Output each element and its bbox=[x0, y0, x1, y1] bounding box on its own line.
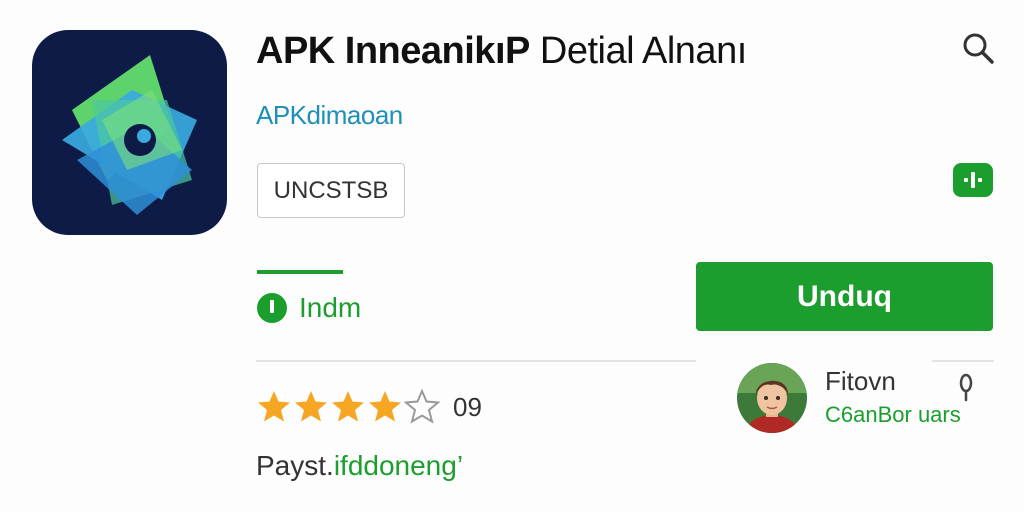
install-shortcut-button[interactable] bbox=[953, 163, 993, 197]
app-detail-page: APK InneanikıP Detial Alnanı APKdimaoan … bbox=[0, 0, 1024, 512]
download-button[interactable]: Unduq bbox=[696, 262, 993, 331]
download-button-label: Unduq bbox=[797, 279, 892, 313]
reviewer-subtitle: C6anBor uars bbox=[825, 402, 961, 427]
shortcut-bar bbox=[971, 172, 975, 188]
app-title: APK InneanikıP Detial Alnanı bbox=[256, 30, 747, 73]
payment-link[interactable]: ifddoneng’ bbox=[334, 450, 463, 481]
more-vertical-icon[interactable] bbox=[955, 372, 977, 402]
app-logo-icon bbox=[32, 30, 227, 235]
payment-prefix: Payst. bbox=[256, 450, 334, 481]
reviewer-avatar[interactable] bbox=[737, 363, 807, 433]
developer-link[interactable]: APKdimaoan bbox=[256, 100, 403, 131]
divider bbox=[932, 360, 994, 362]
star-filled-icon bbox=[295, 391, 327, 422]
install-icon bbox=[257, 293, 287, 323]
star-filled-icon bbox=[332, 391, 364, 422]
tab-indicator bbox=[257, 270, 343, 274]
rating-count: 09 bbox=[453, 391, 482, 422]
shortcut-dot-right bbox=[978, 178, 982, 182]
tab-install[interactable]: Indm bbox=[257, 292, 361, 324]
badge-label: UNCSTSB bbox=[273, 176, 389, 204]
search-icon[interactable] bbox=[958, 28, 998, 68]
tab-install-label: Indm bbox=[299, 292, 362, 323]
app-title-main: APK InneanikıP bbox=[256, 30, 530, 72]
star-filled-icon bbox=[258, 391, 290, 422]
content-rating-badge: UNCSTSB bbox=[257, 163, 405, 218]
divider bbox=[256, 360, 696, 362]
star-filled-icon bbox=[369, 391, 401, 422]
payment-info: Payst.ifddoneng’ bbox=[256, 450, 463, 482]
star-empty-icon bbox=[404, 389, 440, 424]
app-title-light: Detial Alnanı bbox=[529, 30, 747, 72]
shortcut-dot-left bbox=[964, 178, 968, 182]
rating-row: 09 bbox=[256, 389, 482, 425]
reviewer-name: Fitovn bbox=[825, 366, 896, 396]
